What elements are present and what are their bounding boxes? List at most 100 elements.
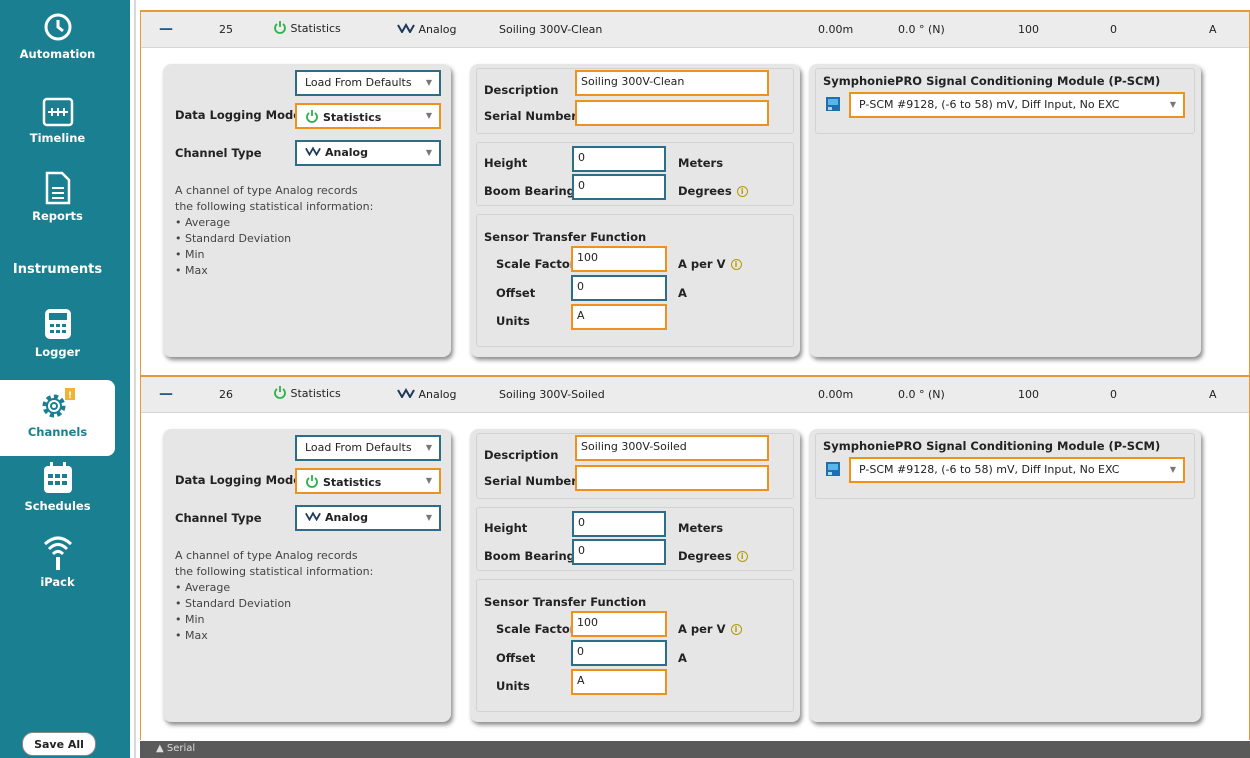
data-logging-mode-label: Data Logging Mode [175, 108, 302, 122]
module-value: P-SCM #9128, (-6 to 58) mV, Diff Input, … [859, 98, 1120, 111]
info-line: A channel of type Analog records [175, 549, 358, 562]
channel-number: 25 [219, 23, 233, 36]
serial-number-label: Serial Number [484, 109, 577, 123]
offset-field[interactable]: 0 [571, 275, 667, 301]
module-dropdown[interactable]: P-SCM #9128, (-6 to 58) mV, Diff Input, … [849, 92, 1185, 118]
module-value: P-SCM #9128, (-6 to 58) mV, Diff Input, … [859, 463, 1120, 476]
scale-factor-field[interactable]: 100 [571, 246, 667, 272]
instruments-section: Instruments [12, 262, 103, 277]
sensor-panel: Description Soiling 300V-Soiled Serial N… [470, 429, 800, 722]
scale-factor-field[interactable]: 100 [571, 611, 667, 637]
serial-number-field[interactable] [575, 100, 769, 126]
info-line: the following statistical information: [175, 565, 374, 578]
svg-text:!: ! [68, 391, 72, 401]
module-panel: SymphoniePRO Signal Conditioning Module … [809, 429, 1201, 722]
channel-number: 26 [219, 388, 233, 401]
channel-type: Analog [418, 23, 457, 36]
chevron-down-icon: ▼ [1169, 100, 1176, 109]
channel-offset: 0 [1110, 23, 1117, 36]
description-field[interactable]: Soiling 300V-Clean [575, 70, 769, 96]
info-line: • Max [175, 264, 208, 277]
offset-field[interactable]: 0 [571, 640, 667, 666]
nav-ipack-label: iPack [40, 575, 75, 589]
nav-logger[interactable]: Logger [0, 306, 115, 359]
nav-timeline[interactable]: Timeline [0, 96, 115, 145]
units-label: Units [496, 679, 530, 693]
channel-type-info: A channel of type Analog records the fol… [175, 548, 373, 644]
nav-channels[interactable]: ! Channels [0, 380, 115, 456]
power-icon [274, 386, 286, 399]
channel-type-value: Analog [325, 511, 368, 524]
channel-units: A [1209, 23, 1217, 36]
offset-label: Offset [496, 286, 536, 300]
analog-icon [397, 387, 415, 400]
logger-icon [44, 309, 71, 339]
scale-factor-unit: A per V [678, 622, 726, 636]
data-logging-mode-dropdown[interactable]: Statistics ▼ [295, 103, 441, 129]
load-defaults-dropdown[interactable]: Load From Defaults ▼ [295, 435, 441, 461]
mode-cell: Statistics [273, 20, 341, 35]
data-logging-mode-value: Statistics [323, 111, 382, 124]
height-field[interactable]: 0 [572, 511, 666, 537]
info-icon[interactable]: i [736, 186, 748, 197]
description-label: Description [484, 83, 559, 97]
module-title: SymphoniePRO Signal Conditioning Module … [823, 439, 1161, 453]
channel-type-dropdown[interactable]: Analog ▼ [295, 140, 441, 166]
height-label: Height [484, 521, 528, 535]
serial-section-bar[interactable]: ▲ Serial [140, 741, 1250, 758]
boom-bearing-label: Boom Bearing [484, 549, 575, 563]
nav-schedules-label: Schedules [24, 499, 91, 513]
channel-type-dropdown[interactable]: Analog ▼ [295, 505, 441, 531]
power-icon [274, 21, 286, 34]
nav-schedules[interactable]: Schedules [0, 460, 115, 513]
info-icon[interactable]: i [730, 624, 742, 635]
chevron-down-icon: ▼ [425, 148, 432, 157]
collapse-icon[interactable]: — [159, 21, 173, 37]
collapse-icon[interactable]: — [159, 386, 173, 402]
description-label: Description [484, 448, 559, 462]
description-field[interactable]: Soiling 300V-Soiled [575, 435, 769, 461]
reports-icon [45, 171, 70, 205]
nav-reports[interactable]: Reports [0, 170, 115, 223]
channel-header[interactable]: — 25 Statistics Analog Soiling 300V-Clea… [141, 10, 1249, 48]
nav-ipack[interactable]: iPack [0, 530, 115, 589]
serial-section-label: Serial [166, 743, 196, 754]
save-all-button[interactable]: Save All [22, 732, 96, 756]
scale-factor-unit: A per V [678, 257, 726, 271]
channel-type-value: Analog [325, 146, 368, 159]
chevron-down-icon: ▼ [425, 443, 432, 452]
logging-panel: Load From Defaults ▼ Data Logging Mode St… [163, 429, 451, 722]
info-line: the following statistical information: [175, 200, 374, 213]
module-dropdown[interactable]: P-SCM #9128, (-6 to 58) mV, Diff Input, … [849, 457, 1185, 483]
nav-automation[interactable]: Automation [0, 10, 115, 61]
data-logging-mode-dropdown[interactable]: Statistics ▼ [295, 468, 441, 494]
sensor-transfer-function-label: Sensor Transfer Function [484, 595, 647, 609]
gear-icon: ! [42, 388, 75, 418]
boom-bearing-field[interactable]: 0 [572, 539, 666, 565]
channel-type-label: Channel Type [175, 146, 262, 160]
load-defaults-label: Load From Defaults [305, 76, 412, 89]
channel-header[interactable]: — 26 Statistics Analog Soiling 300V-Soil… [141, 375, 1249, 413]
units-field[interactable]: A [571, 304, 667, 330]
units-field[interactable]: A [571, 669, 667, 695]
height-field[interactable]: 0 [572, 146, 666, 172]
info-icon[interactable]: i [736, 551, 748, 562]
nav-automation-label: Automation [19, 47, 96, 61]
analog-icon [305, 146, 321, 157]
channel-scale: 100 [1018, 23, 1039, 36]
height-label: Height [484, 156, 528, 170]
info-line: • Average [175, 581, 231, 594]
data-logging-mode-value: Statistics [323, 476, 382, 489]
info-icon[interactable]: i [730, 259, 742, 270]
module-chip-icon [826, 462, 840, 476]
load-defaults-dropdown[interactable]: Load From Defaults ▼ [295, 70, 441, 96]
scale-factor-unit-wrap: A per V i [678, 622, 742, 636]
info-line: • Average [175, 216, 231, 229]
nav-logger-label: Logger [34, 345, 81, 359]
chevron-down-icon: ▼ [425, 513, 432, 522]
nav-reports-label: Reports [32, 209, 83, 223]
boom-bearing-field[interactable]: 0 [572, 174, 666, 200]
scale-factor-label: Scale Factor [496, 622, 576, 636]
serial-number-field[interactable] [575, 465, 769, 491]
channel-mode: Statistics [290, 387, 341, 400]
